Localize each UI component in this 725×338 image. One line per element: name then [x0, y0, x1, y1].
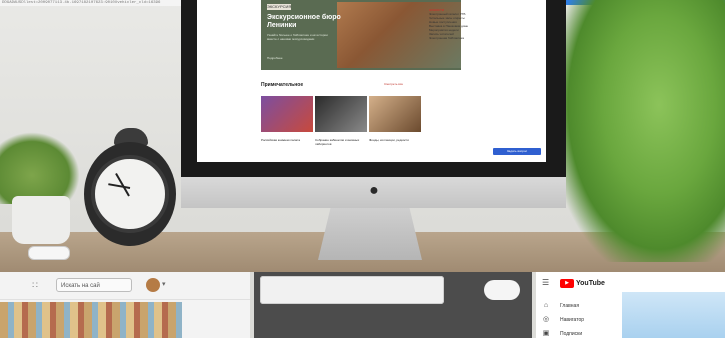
toy-car: [28, 246, 70, 260]
hero-title: Экскурсионное бюро Ленинки: [267, 14, 341, 29]
clock-face: [91, 155, 169, 233]
card-caption-3[interactable]: Фонды, коллекции, редкости: [369, 138, 421, 142]
url-text: DDGADAUSDllest=2009077113.4b.16971821076…: [0, 0, 202, 6]
divider: [0, 299, 250, 300]
section-title: Примечательное: [261, 82, 304, 88]
apple-logo-icon: ●: [369, 182, 379, 199]
news-sidebar: НОВОСТИ Электронный каталог РГБ Читальны…: [429, 8, 481, 158]
section-more-link[interactable]: Смотреть все: [363, 82, 403, 86]
chevron-down-icon[interactable]: ▾: [162, 279, 170, 291]
ask-question-button[interactable]: Задать вопрос: [493, 148, 541, 155]
plant-left: [0, 132, 80, 204]
site-search-input[interactable]: Искать на сай: [56, 278, 132, 292]
fern-plant: [560, 0, 725, 262]
plant-pot: [12, 196, 70, 244]
keyboard: [260, 276, 444, 304]
website-screen: ЭКСКУРСИЯ Экскурсионное бюро Ленинки Узн…: [197, 0, 546, 162]
youtube-logo-text[interactable]: YouTube: [576, 278, 616, 289]
hamburger-menu-icon[interactable]: ☰: [542, 278, 550, 288]
card-image-2[interactable]: [315, 96, 367, 132]
hero-text: Узнайте больше о библиотеке и её истории…: [267, 33, 328, 41]
home-icon[interactable]: ⌂: [542, 302, 550, 310]
video-thumbnail[interactable]: [622, 292, 725, 338]
news-item[interactable]: Электронная библиотека: [429, 36, 481, 40]
monitor-stand: [318, 208, 422, 260]
youtube-logo-icon[interactable]: ▶: [560, 279, 574, 288]
avatar[interactable]: [146, 278, 160, 292]
card-caption-2[interactable]: Собрание кабинетов и книжных лабиринтов: [315, 138, 367, 146]
explore-icon[interactable]: ◎: [542, 316, 550, 324]
apps-grid-icon[interactable]: ∷: [30, 280, 40, 290]
mouse: [484, 280, 520, 300]
card-image-3[interactable]: [369, 96, 421, 132]
hero-badge: ЭКСКУРСИЯ: [267, 4, 292, 10]
youtube-nav-home[interactable]: Главная: [560, 302, 610, 310]
hero-link[interactable]: Подробнее: [267, 56, 307, 60]
card-image-1[interactable]: [261, 96, 313, 132]
youtube-nav-subscriptions[interactable]: Подписки: [560, 330, 610, 338]
card-caption-1[interactable]: Российская книжная палата: [261, 138, 313, 142]
books-image: [0, 302, 182, 338]
youtube-nav-explore[interactable]: Навигатор: [560, 316, 610, 324]
subscriptions-icon[interactable]: ▣: [542, 330, 550, 338]
